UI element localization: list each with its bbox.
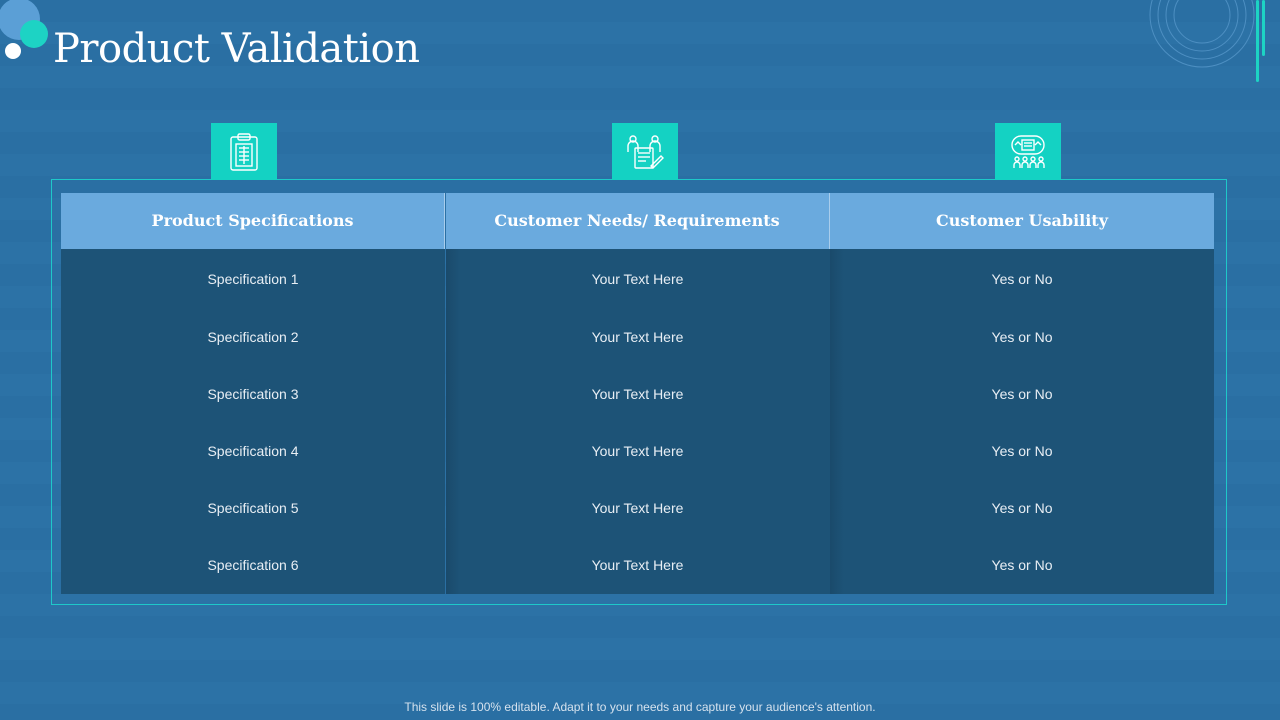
column-customer-needs: Customer Needs/ Requirements Your Text H… — [445, 193, 830, 594]
validation-table: Product Specifications Specification 1 S… — [61, 193, 1214, 594]
table-cell: Your Text Here — [591, 557, 684, 574]
clipboard-icon — [211, 123, 277, 180]
team-checklist-icon — [612, 123, 678, 180]
decor-circle-white — [5, 43, 21, 59]
table-cell: Your Text Here — [591, 500, 684, 517]
table-cell: Your Text Here — [591, 271, 684, 288]
decor-vertical-bars — [1256, 0, 1265, 82]
table-cell: Your Text Here — [591, 385, 684, 402]
table-cell: Specification 1 — [207, 271, 299, 288]
column-header: Customer Usability — [830, 193, 1214, 249]
footer-note: This slide is 100% editable. Adapt it to… — [404, 700, 876, 714]
column-header: Product Specifications — [61, 193, 445, 249]
column-body: Specification 1 Specification 2 Specific… — [61, 248, 445, 594]
table-cell: Specification 2 — [207, 328, 299, 345]
audience-presentation-icon — [995, 123, 1061, 180]
table-cell: Yes or No — [991, 385, 1053, 402]
column-body: Your Text Here Your Text Here Your Text … — [445, 248, 830, 594]
column-customer-usability: Customer Usability Yes or No Yes or No Y… — [830, 193, 1214, 594]
table-cell: Your Text Here — [591, 328, 684, 345]
table-cell: Specification 5 — [207, 500, 299, 517]
table-cell: Your Text Here — [591, 443, 684, 460]
table-cell: Yes or No — [991, 328, 1053, 345]
table-cell: Specification 4 — [207, 443, 299, 460]
decor-circle-teal — [20, 20, 48, 48]
page-title: Product Validation — [53, 26, 420, 72]
column-body: Yes or No Yes or No Yes or No Yes or No … — [830, 248, 1214, 594]
table-cell: Specification 3 — [207, 385, 299, 402]
column-header: Customer Needs/ Requirements — [445, 193, 830, 249]
table-cell: Specification 6 — [207, 557, 299, 574]
table-cell: Yes or No — [991, 557, 1053, 574]
column-product-specifications: Product Specifications Specification 1 S… — [61, 193, 445, 594]
table-cell: Yes or No — [991, 443, 1053, 460]
table-cell: Yes or No — [991, 500, 1053, 517]
table-cell: Yes or No — [991, 271, 1053, 288]
